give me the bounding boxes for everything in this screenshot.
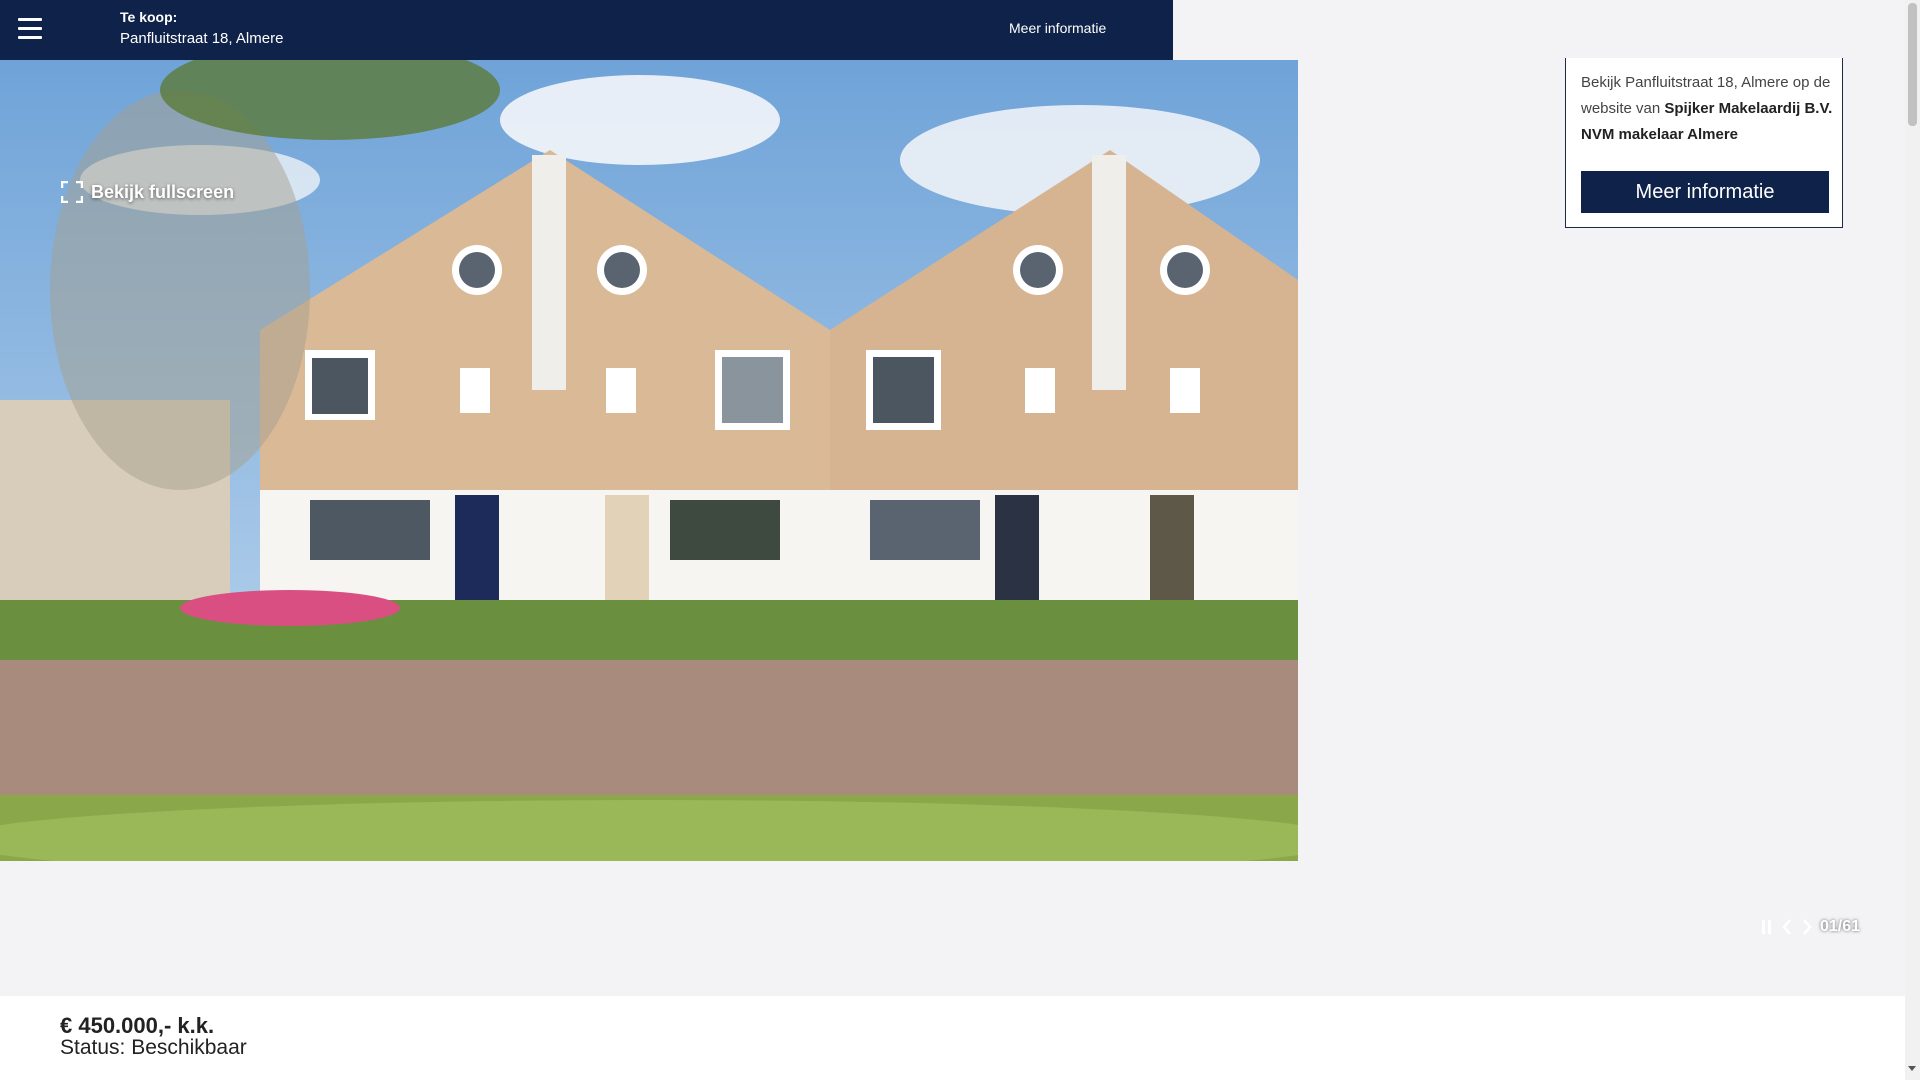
scroll-down-arrow-icon[interactable]	[1908, 1066, 1916, 1071]
listing-address: Panfluitstraat 18, Almere	[120, 30, 284, 47]
slideshow-controls: 01/61	[1760, 918, 1860, 936]
page-scrollbar[interactable]	[1905, 0, 1920, 1080]
photo-counter: 01/61	[1820, 918, 1861, 935]
top-bar: Te koop: Panfluitstraat 18, Almere Meer …	[0, 0, 1173, 60]
fullscreen-icon	[61, 181, 83, 203]
fullscreen-label: Bekijk fullscreen	[91, 181, 235, 202]
more-info-link[interactable]: Meer informatie	[1009, 20, 1106, 36]
listing-summary: € 450.000,- k.k. Status: Beschikbaar	[0, 996, 1905, 1080]
previous-icon[interactable]	[1780, 918, 1794, 936]
listing-status: Status: Beschikbaar	[60, 1036, 247, 1059]
pause-icon[interactable]	[1760, 918, 1774, 936]
hamburger-menu-icon[interactable]	[18, 18, 42, 40]
scrollbar-thumb[interactable]	[1908, 3, 1917, 126]
property-photo[interactable]: Bekijk fullscreen	[0, 60, 1298, 861]
agency-card-text: Bekijk Panfluitstraat 18, Almere op de w…	[1581, 70, 1833, 148]
fullscreen-button[interactable]: Bekijk fullscreen	[61, 181, 234, 203]
agency-more-info-button[interactable]: Meer informatie	[1581, 171, 1829, 213]
agency-card: Bekijk Panfluitstraat 18, Almere op de w…	[1565, 58, 1843, 228]
listing-type-label: Te koop:	[120, 9, 178, 25]
next-icon[interactable]	[1800, 918, 1814, 936]
